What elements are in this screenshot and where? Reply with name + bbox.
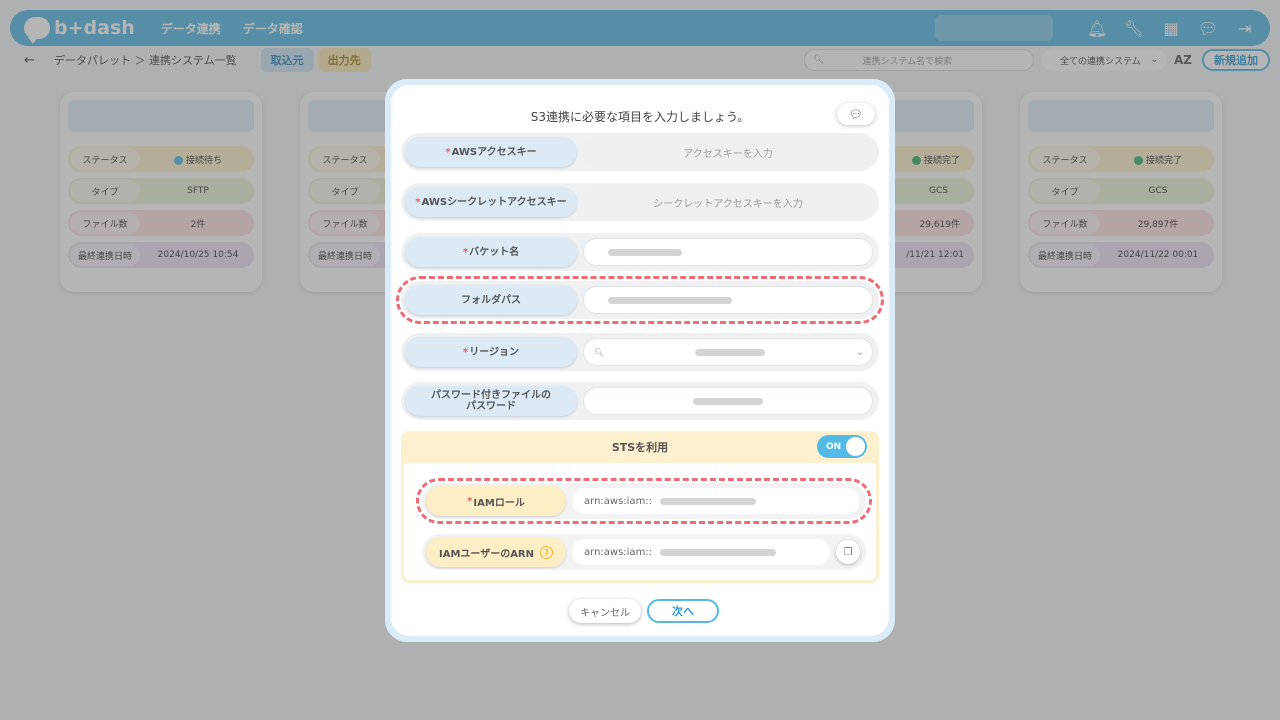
iam-role-field: * IAMロール arn:aws:iam:: xyxy=(422,483,866,519)
modal-body: S3連携に必要な項目を入力しましょう。 💬︎ * AWSアクセスキー アクセスキー… xyxy=(391,85,889,636)
iam-user-arn-field: IAMユーザーのARN? arn:aws:iam:: ❐ xyxy=(422,534,866,570)
region-label: * リージョン xyxy=(405,337,577,367)
iam-role-input[interactable]: arn:aws:iam:: xyxy=(572,488,860,514)
copy-button[interactable]: ❐ xyxy=(836,540,860,564)
s3-settings-modal: S3連携に必要な項目を入力しましょう。 💬︎ * AWSアクセスキー アクセスキー… xyxy=(385,79,895,642)
secret-key-input[interactable]: シークレットアクセスキーを入力 xyxy=(583,188,873,216)
region-select[interactable]: 🔍︎ ⌄ xyxy=(583,338,873,366)
zip-password-input[interactable] xyxy=(583,387,873,415)
bucket-label: * バケット名 xyxy=(405,237,577,267)
folder-path-field: フォルダパス xyxy=(401,281,879,319)
sts-label: STSを利用 xyxy=(611,441,669,454)
secret-key-label: * AWSシークレットアクセスキー xyxy=(405,187,577,217)
folder-path-label: フォルダパス xyxy=(405,285,577,315)
bucket-input[interactable] xyxy=(583,238,873,266)
search-icon: 🔍︎ xyxy=(594,347,605,357)
iam-role-label: * IAMロール xyxy=(426,486,566,516)
sts-toggle-bar: STSを利用 ON xyxy=(401,431,879,463)
bucket-field: * バケット名 xyxy=(401,233,879,271)
access-key-input[interactable]: アクセスキーを入力 xyxy=(583,138,873,166)
iam-user-arn-label: IAMユーザーのARN? xyxy=(426,537,566,567)
help-chat-icon: 💬︎ xyxy=(849,107,863,121)
zip-password-field: パスワード付きファイルの パスワード xyxy=(401,382,879,420)
iam-user-arn-value: arn:aws:iam:: xyxy=(572,539,830,565)
modal-title: S3連携に必要な項目を入力しましょう。 xyxy=(530,110,750,124)
chevron-down-icon: ⌄ xyxy=(855,346,864,358)
next-button[interactable]: 次へ xyxy=(647,599,719,623)
access-key-field: * AWSアクセスキー アクセスキーを入力 xyxy=(401,133,879,171)
help-question-icon[interactable]: ? xyxy=(540,545,554,559)
copy-icon: ❐ xyxy=(843,546,853,558)
secret-key-field: * AWSシークレットアクセスキー シークレットアクセスキーを入力 xyxy=(401,183,879,221)
help-chat-button[interactable]: 💬︎ xyxy=(837,103,875,125)
toggle-knob xyxy=(846,437,865,456)
sts-toggle[interactable]: ON xyxy=(817,435,867,458)
region-field: * リージョン 🔍︎ ⌄ xyxy=(401,333,879,371)
cancel-button[interactable]: キャンセル xyxy=(569,599,641,623)
folder-path-input[interactable] xyxy=(583,286,873,314)
zip-password-label: パスワード付きファイルの パスワード xyxy=(405,386,577,416)
access-key-label: * AWSアクセスキー xyxy=(405,137,577,167)
